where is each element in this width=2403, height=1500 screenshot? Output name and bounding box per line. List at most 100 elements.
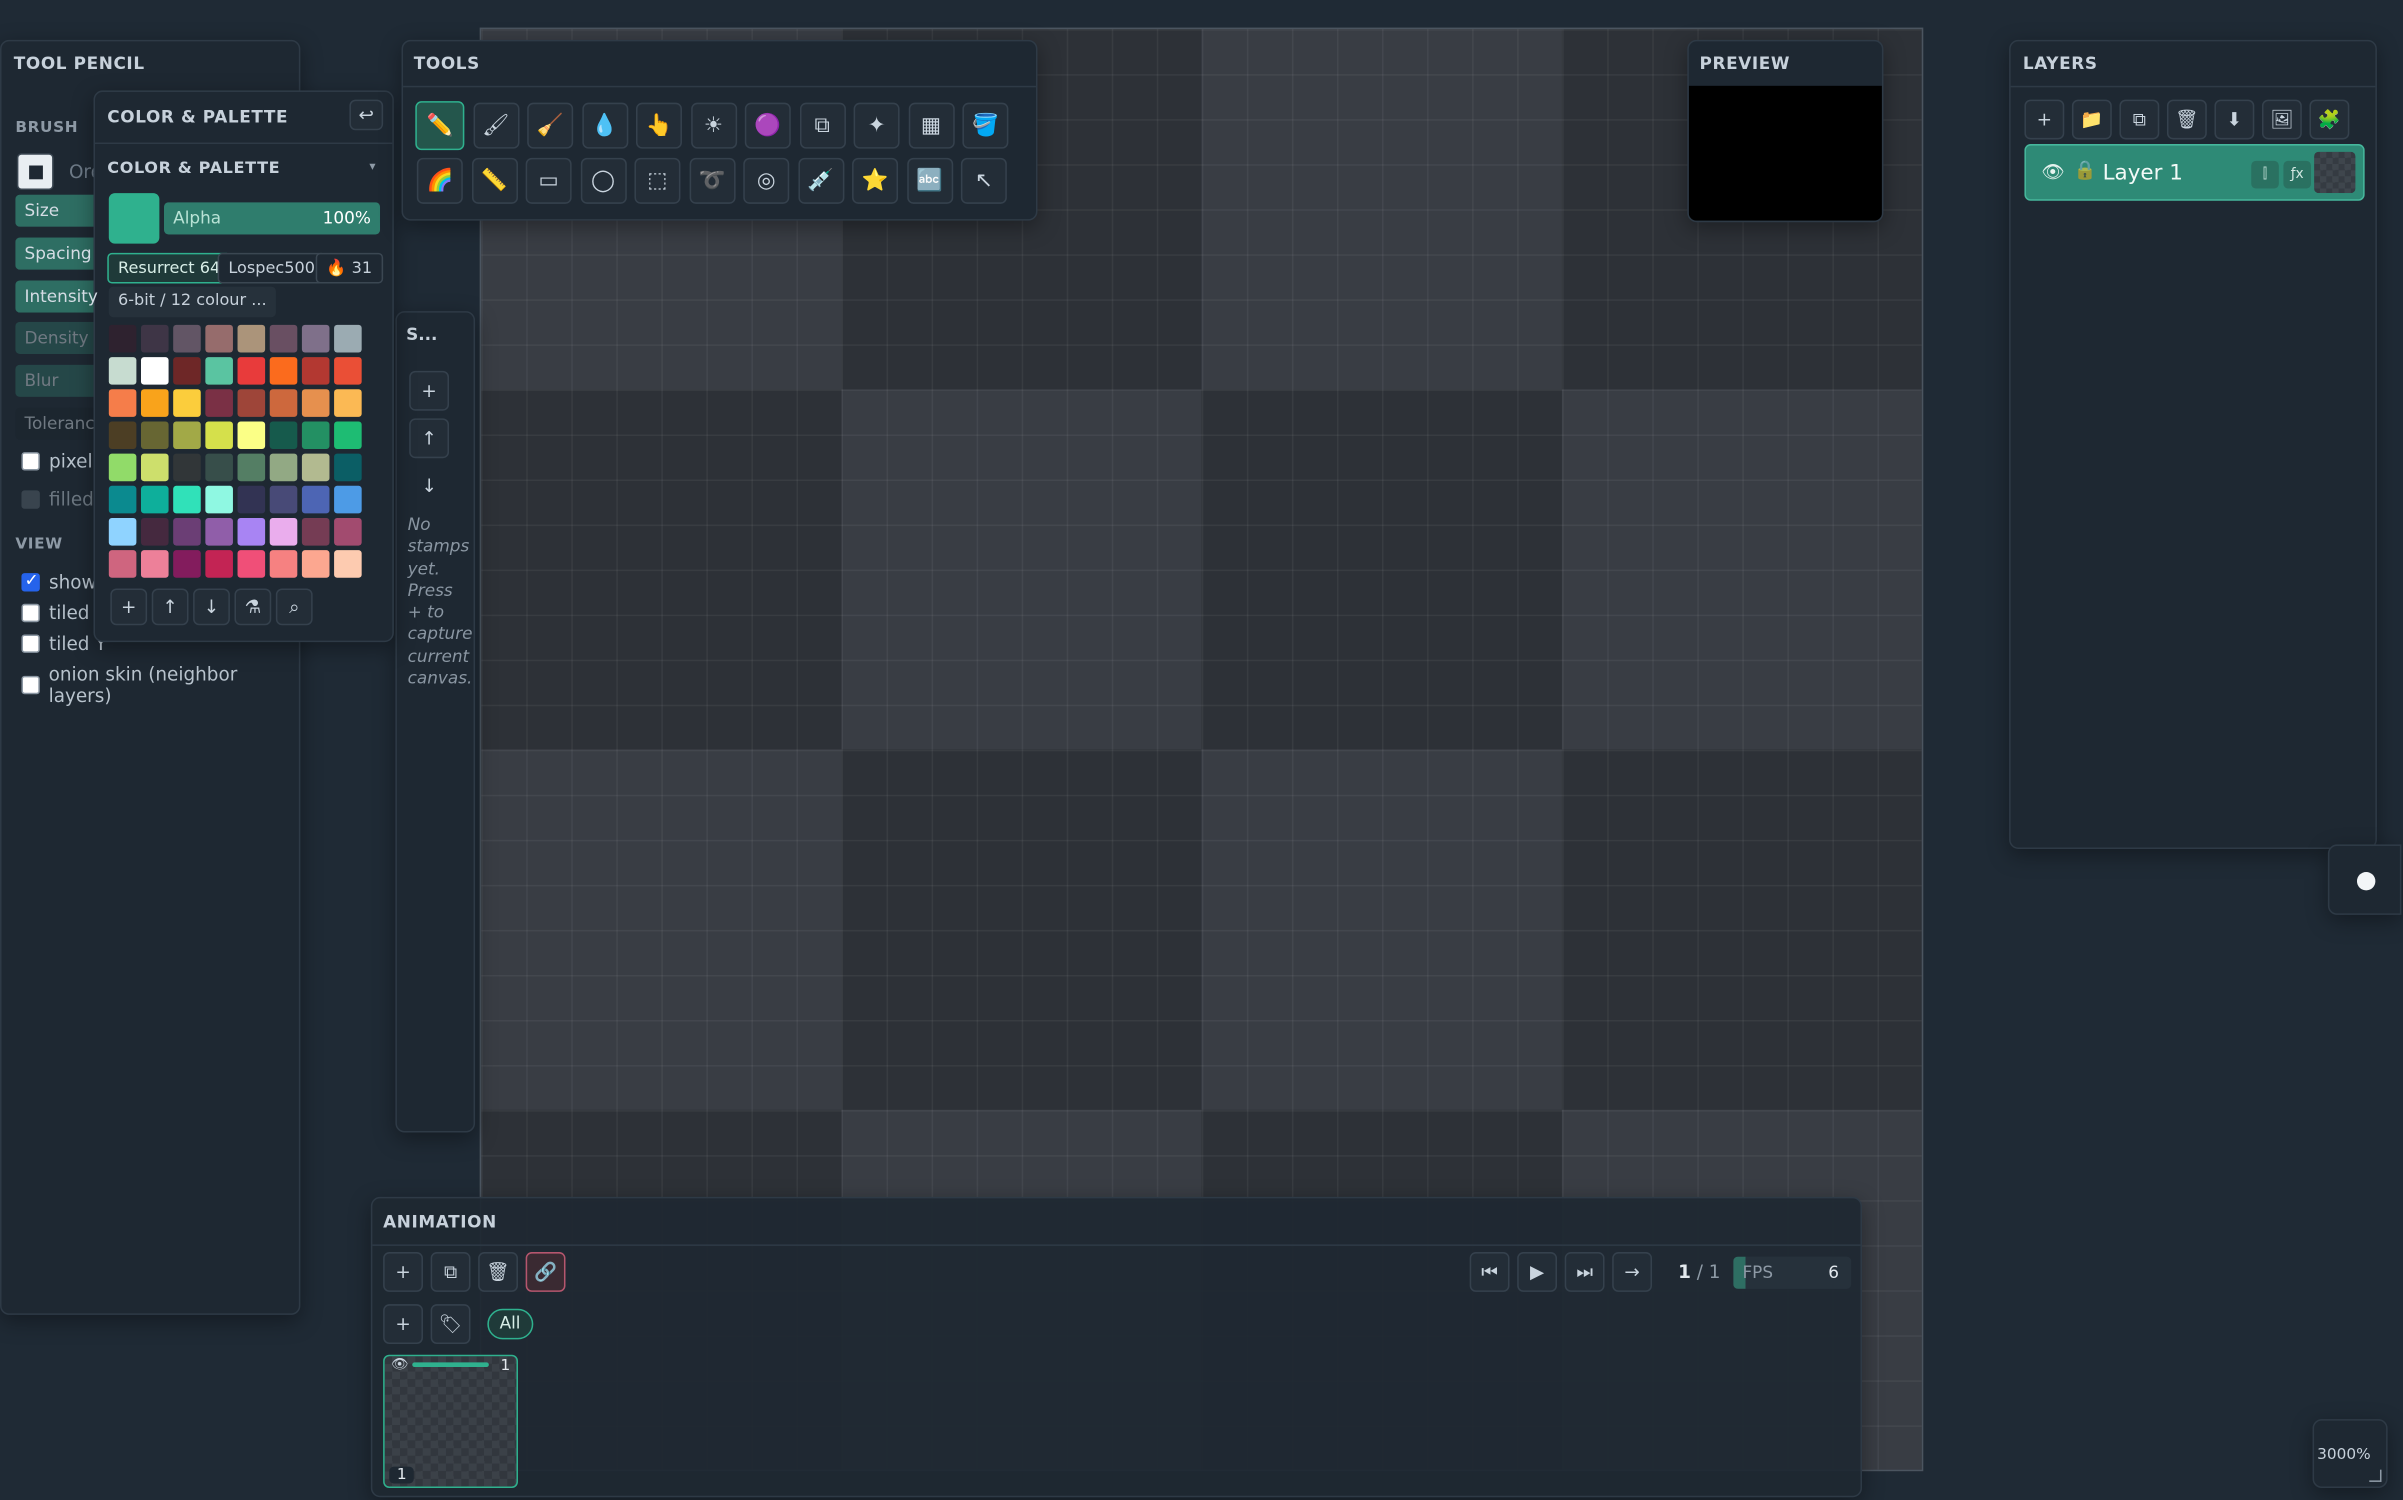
sphere-tool[interactable]: 🟣 <box>744 102 791 149</box>
layer-blend-button[interactable]: ⫿ <box>2251 160 2279 189</box>
palette-swatch[interactable] <box>334 517 362 546</box>
palette-swatch[interactable] <box>269 421 298 450</box>
palette-swatch[interactable] <box>205 550 233 578</box>
palette-count-badge[interactable]: 🔥 31 <box>315 252 383 284</box>
delete-layer-button[interactable]: 🗑 <box>2166 99 2207 140</box>
palette-swatch[interactable] <box>237 421 266 450</box>
palette-swatch[interactable] <box>334 324 362 353</box>
palette-swatch[interactable] <box>140 389 169 417</box>
palette-swatch[interactable] <box>269 550 298 578</box>
tag-filter-all[interactable]: All <box>487 1308 533 1340</box>
palette-swatch[interactable] <box>173 485 201 514</box>
delete-frame-button[interactable]: 🗑 <box>478 1252 518 1292</box>
duplicate-layer-button[interactable]: ⧉ <box>2119 99 2160 140</box>
palette-swatch[interactable] <box>140 485 169 514</box>
loop-mode-button[interactable]: → <box>1612 1252 1653 1292</box>
palette-swatch[interactable] <box>301 389 330 417</box>
layer-name[interactable]: Layer 1 <box>2103 161 2183 186</box>
palette-swatch[interactable] <box>205 517 233 546</box>
pencil-tool[interactable]: ✏️ <box>415 101 465 151</box>
palette-swatch[interactable] <box>205 453 233 482</box>
palette-swatch[interactable] <box>334 485 362 514</box>
lasso-tool[interactable]: ➰ <box>688 157 735 204</box>
color-panel-undock-button[interactable]: ↩ <box>349 99 384 131</box>
layer-lock-icon[interactable]: 🔒 <box>2073 159 2096 180</box>
tag-label-button[interactable]: 🏷 <box>430 1304 471 1345</box>
palette-swatch[interactable] <box>301 517 330 546</box>
palette-swatch[interactable] <box>237 453 266 482</box>
palette-swatch[interactable] <box>108 357 137 385</box>
sparkle-tool[interactable]: ✦ <box>853 102 900 149</box>
palette-swatch[interactable] <box>140 453 169 482</box>
palette-swatch[interactable] <box>205 357 233 385</box>
stamp-up-button[interactable]: ↑ <box>409 418 450 459</box>
palette-swatch[interactable] <box>334 421 362 450</box>
preview-image[interactable] <box>1688 85 1882 221</box>
palette-swatch[interactable] <box>173 357 201 385</box>
palette-swatch[interactable] <box>108 421 137 450</box>
palette-swatch[interactable] <box>173 517 201 546</box>
palette-swatch[interactable] <box>237 517 266 546</box>
palette-tab-resurrect-64[interactable]: Resurrect 64 <box>107 252 231 284</box>
clone-tool[interactable]: ⧉ <box>799 102 846 149</box>
merge-down-button[interactable]: ⬇ <box>2214 99 2255 140</box>
palette-swatch[interactable] <box>205 421 233 450</box>
palette-swatch[interactable] <box>173 324 201 353</box>
zoom-indicator[interactable]: 3000% <box>2312 1419 2388 1489</box>
palette-swatch[interactable] <box>108 389 137 417</box>
move-swatch-up-button[interactable]: ↑ <box>151 588 189 626</box>
palette-swatch[interactable] <box>301 485 330 514</box>
palette-swatch[interactable] <box>140 357 169 385</box>
fill-tool[interactable]: 🪣 <box>962 102 1009 149</box>
stamp-down-button[interactable]: ↓ <box>421 475 436 496</box>
lighten-tool[interactable]: ☀ <box>690 102 737 149</box>
palette-swatch[interactable] <box>269 517 298 546</box>
dither-tool[interactable]: ▦ <box>908 102 954 149</box>
rectangle-tool[interactable]: ▭ <box>525 157 572 204</box>
palette-swatch[interactable] <box>205 485 233 514</box>
palette-swatch[interactable] <box>140 421 169 450</box>
palette-swatch[interactable] <box>301 421 330 450</box>
palette-swatch[interactable] <box>334 453 362 482</box>
move-tool[interactable]: ↖ <box>960 157 1007 204</box>
gradient-tool[interactable]: 🌈 <box>416 157 463 204</box>
palette-swatch[interactable] <box>301 357 330 385</box>
add-group-button[interactable]: 📁 <box>2071 99 2112 140</box>
palette-swatch[interactable] <box>173 421 201 450</box>
palette-swatch[interactable] <box>269 357 298 385</box>
text-tool[interactable]: 🔤 <box>906 157 953 204</box>
add-swatch-button[interactable]: + <box>110 588 148 626</box>
palette-swatch[interactable] <box>108 517 137 546</box>
drop-tool[interactable]: 💧 <box>581 102 628 149</box>
collapse-caret-icon[interactable]: ▾ <box>369 159 375 173</box>
palette-swatch[interactable] <box>140 550 169 578</box>
palette-swatch[interactable] <box>108 324 137 353</box>
palette-swatch[interactable] <box>301 324 330 353</box>
eyedropper-tool[interactable]: 💉 <box>797 157 844 204</box>
palette-swatch[interactable] <box>269 485 298 514</box>
palette-swatch[interactable] <box>173 550 201 578</box>
fps-slider[interactable]: FPS 6 <box>1733 1256 1852 1289</box>
palette-swatch[interactable] <box>237 357 266 385</box>
palette-swatch[interactable] <box>108 485 137 514</box>
palette-swatch[interactable] <box>205 389 233 417</box>
broom-tool[interactable]: 🧹 <box>527 102 574 149</box>
brush-shape-button[interactable] <box>16 153 54 191</box>
palette-swatch[interactable] <box>237 485 266 514</box>
layer-plugin-button[interactable]: 🧩 <box>2309 99 2350 140</box>
palette-swatch[interactable] <box>269 389 298 417</box>
palette-swatch[interactable] <box>108 550 137 578</box>
add-tag-button[interactable]: + <box>383 1304 423 1345</box>
palette-swatch[interactable] <box>269 324 298 353</box>
layer-visibility-icon[interactable]: 👁 <box>2041 161 2064 182</box>
import-image-button[interactable]: 🖼 <box>2261 99 2302 140</box>
palette-search-button[interactable]: ⌕ <box>275 588 313 626</box>
palette-tab-lospec500[interactable]: Lospec500 <box>217 252 326 284</box>
line-tool[interactable]: 📏 <box>471 157 518 204</box>
palette-swatch[interactable] <box>173 389 201 417</box>
palette-swatch[interactable] <box>140 324 169 353</box>
add-stamp-button[interactable]: + <box>409 370 450 411</box>
magic-select-tool[interactable]: ◎ <box>743 157 790 204</box>
brush-dot-indicator[interactable] <box>2327 844 2402 915</box>
palette-swatch[interactable] <box>237 389 266 417</box>
